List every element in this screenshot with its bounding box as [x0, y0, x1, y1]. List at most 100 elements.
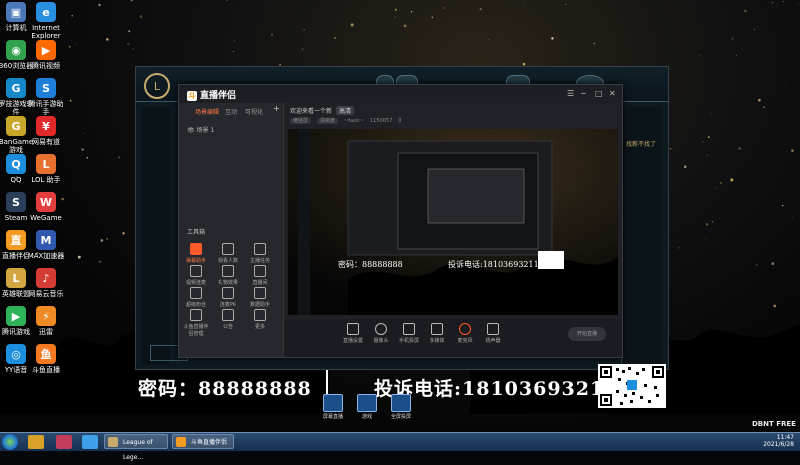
tencent-video-icon: ▶ [36, 40, 56, 60]
tool-button[interactable]: 主播任务 [247, 243, 273, 264]
tencent-games-icon: ▶ [6, 306, 26, 326]
tool-icon [222, 309, 234, 321]
sparkle [233, 40, 235, 42]
sparkle [83, 133, 85, 135]
start-button[interactable] [2, 434, 18, 450]
tencent-assistant-icon: S [36, 78, 56, 98]
orientation-toggle[interactable]: 横竖屏 [290, 118, 312, 124]
stream-preview[interactable]: 密码：88888888 投诉电话:18103693211 [288, 129, 618, 315]
toolbox-title: 工具箱 [187, 229, 206, 236]
sparkle [98, 260, 102, 264]
tool-icon [254, 309, 266, 321]
quality-tag[interactable]: 高清 [336, 106, 355, 115]
tool-button[interactable]: 连麦PK [215, 287, 241, 308]
sparkle [565, 3, 567, 5]
quicklaunch-icon-3[interactable] [82, 435, 98, 449]
sparkle [128, 30, 131, 33]
stream-settings-button[interactable]: 直播设置 [340, 323, 366, 344]
tool-icon [222, 287, 234, 299]
desktop-icon[interactable]: ⚡ 迅雷 [26, 306, 66, 336]
phone-cast-button[interactable]: 手机投屏 [396, 323, 422, 344]
tool-button[interactable]: 礼物效果 [215, 265, 241, 286]
desktop-icon[interactable]: M MAX加速器 [26, 230, 66, 260]
overlay-password: 密码：88888888 [138, 378, 312, 400]
sparkle [771, 1, 774, 4]
sparkle [699, 54, 700, 56]
desktop-icon[interactable]: ♪ 网易云音乐 [26, 268, 66, 298]
live-companion-icon: 直 [6, 230, 26, 250]
quality-select[interactable]: 清晰度 [317, 118, 339, 124]
tool-icon [190, 265, 202, 277]
tool-label: 礼物效果 [217, 280, 238, 286]
sparkle [771, 262, 775, 266]
league-logo-icon: L [144, 73, 170, 99]
tool-button[interactable]: 公告 [215, 309, 241, 330]
tool-button[interactable]: 视频连麦 [183, 265, 209, 286]
ie-icon: e [36, 2, 56, 22]
desktop-icon[interactable]: 鱼斗鱼直播 [26, 344, 66, 374]
tab-scene[interactable]: 场景编辑 [195, 107, 219, 116]
media-button[interactable]: 多媒体 [424, 323, 450, 344]
tool-button[interactable]: 斗鱼直播伴侣管理 [183, 309, 209, 337]
scene-item[interactable]: 👁 场景 1 [187, 125, 214, 134]
sparkle [782, 204, 784, 207]
floating-button[interactable]: 全屏投屏 [384, 394, 418, 420]
floating-button[interactable]: 屏幕直播 [316, 394, 350, 420]
desktop-icon[interactable]: W WeGame [26, 192, 66, 222]
sparkle [132, 48, 134, 50]
tool-button[interactable]: 数据助手 [247, 287, 273, 308]
stream-title-text: 欢迎来看一个新 [290, 108, 333, 115]
minimize-icon[interactable]: ─ [581, 89, 586, 98]
tool-label: 更多 [254, 324, 265, 330]
task-league[interactable]: League of Lege... [104, 434, 168, 461]
tab-visual[interactable]: 可视化 [245, 107, 263, 116]
camera-button[interactable]: 摄像头 [368, 323, 394, 344]
desktop-icon[interactable]: e Internet Explorer [26, 2, 66, 40]
sparkle [226, 0, 228, 1]
lol-icon: L [6, 268, 26, 288]
stat-viewers: 0 [398, 118, 402, 124]
desktop-icon[interactable]: L LOL 助手 [26, 154, 66, 184]
sparkle [334, 36, 337, 39]
tool-label: 数据助手 [249, 302, 270, 308]
tool-button[interactable]: 超级粉丝 [183, 287, 209, 308]
league-task-icon [108, 437, 118, 447]
floating-button[interactable]: 游戏 [350, 394, 384, 420]
tool-button[interactable]: 更多 [247, 309, 273, 330]
scene-label: 场景 1 [196, 127, 215, 134]
clock-date: 2021/6/28 [763, 441, 794, 448]
start-live-button[interactable]: 开始直播 [568, 327, 606, 341]
desktop-icon[interactable]: ¥ 网易有道 [26, 116, 66, 146]
close-icon[interactable]: ✕ [609, 89, 616, 98]
menu-icon[interactable]: ☰ [567, 89, 574, 98]
tool-icon [190, 243, 202, 255]
stream-title[interactable]: 欢迎来看一个新 高清 [290, 106, 355, 115]
desktop-icon[interactable]: ▶ 腾讯视频 [26, 40, 66, 70]
tool-label: 斗鱼直播伴侣管理 [183, 324, 209, 337]
tool-button[interactable]: 弹幕助手 [183, 243, 209, 264]
youdao-icon: ¥ [36, 116, 56, 136]
quicklaunch-icon-1[interactable] [28, 435, 44, 449]
tool-button[interactable]: 观看人数 [215, 243, 241, 264]
btn-label: 直播设置 [342, 338, 363, 344]
task-live-companion[interactable]: 斗鱼直播伴侣 [172, 434, 234, 449]
sparkle [711, 221, 714, 223]
qq-icon: Q [6, 154, 26, 174]
maximize-icon[interactable]: □ [595, 89, 603, 98]
task-label: League of Lege... [123, 439, 153, 461]
desktop-icon[interactable]: S 腾讯手游助手 [26, 78, 66, 116]
tool-icon [222, 243, 234, 255]
add-scene-icon[interactable]: + [273, 104, 280, 113]
sparkle [798, 4, 800, 6]
sparkle [786, 86, 788, 88]
system-clock[interactable]: 11:47 2021/6/28 [763, 434, 794, 448]
sparkle [403, 24, 407, 28]
desktop-icon-label: 斗鱼直播 [32, 366, 60, 374]
tool-button[interactable]: 直播间 [247, 265, 273, 286]
microphone-button[interactable]: 麦克风 [452, 323, 478, 344]
tab-interact[interactable]: 互动 [225, 107, 237, 116]
quicklaunch-icon-2[interactable] [56, 435, 72, 449]
speaker-button[interactable]: 扬声器 [480, 323, 506, 344]
preview-image [288, 129, 618, 315]
sparkle [126, 42, 130, 46]
